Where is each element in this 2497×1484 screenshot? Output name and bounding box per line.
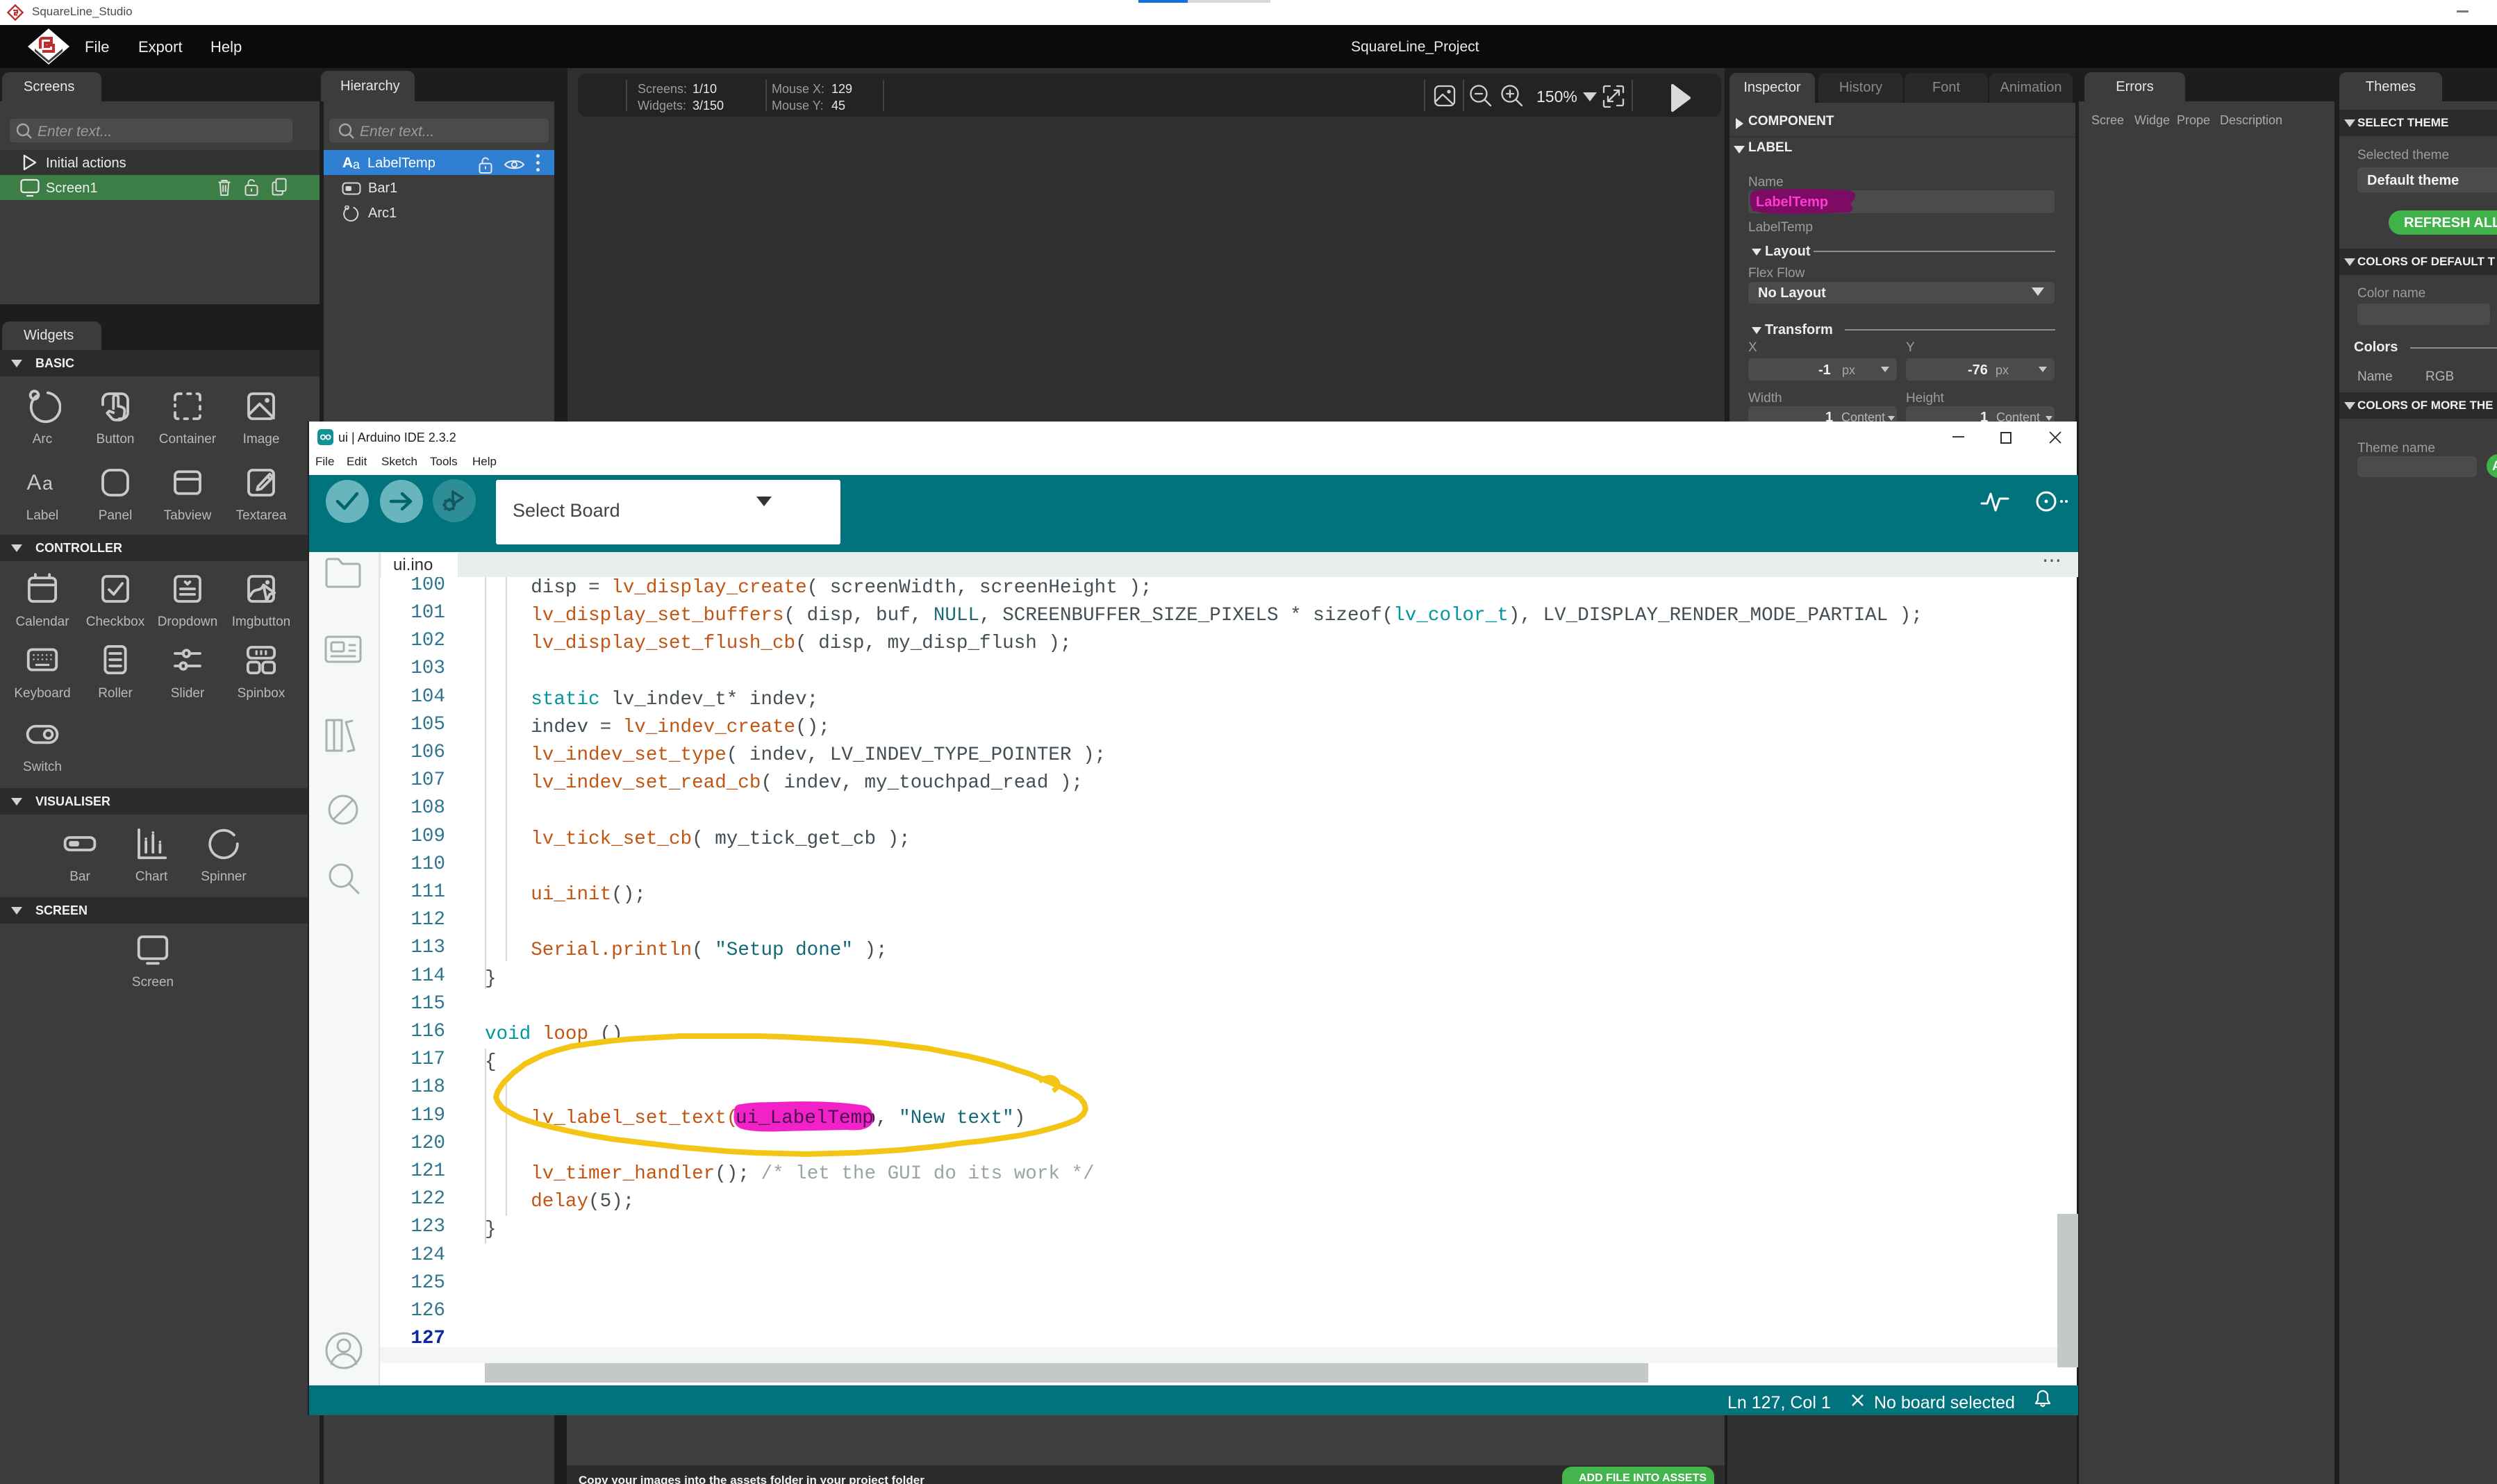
svg-text:A: A xyxy=(27,469,42,494)
svg-text:a: a xyxy=(42,473,53,494)
